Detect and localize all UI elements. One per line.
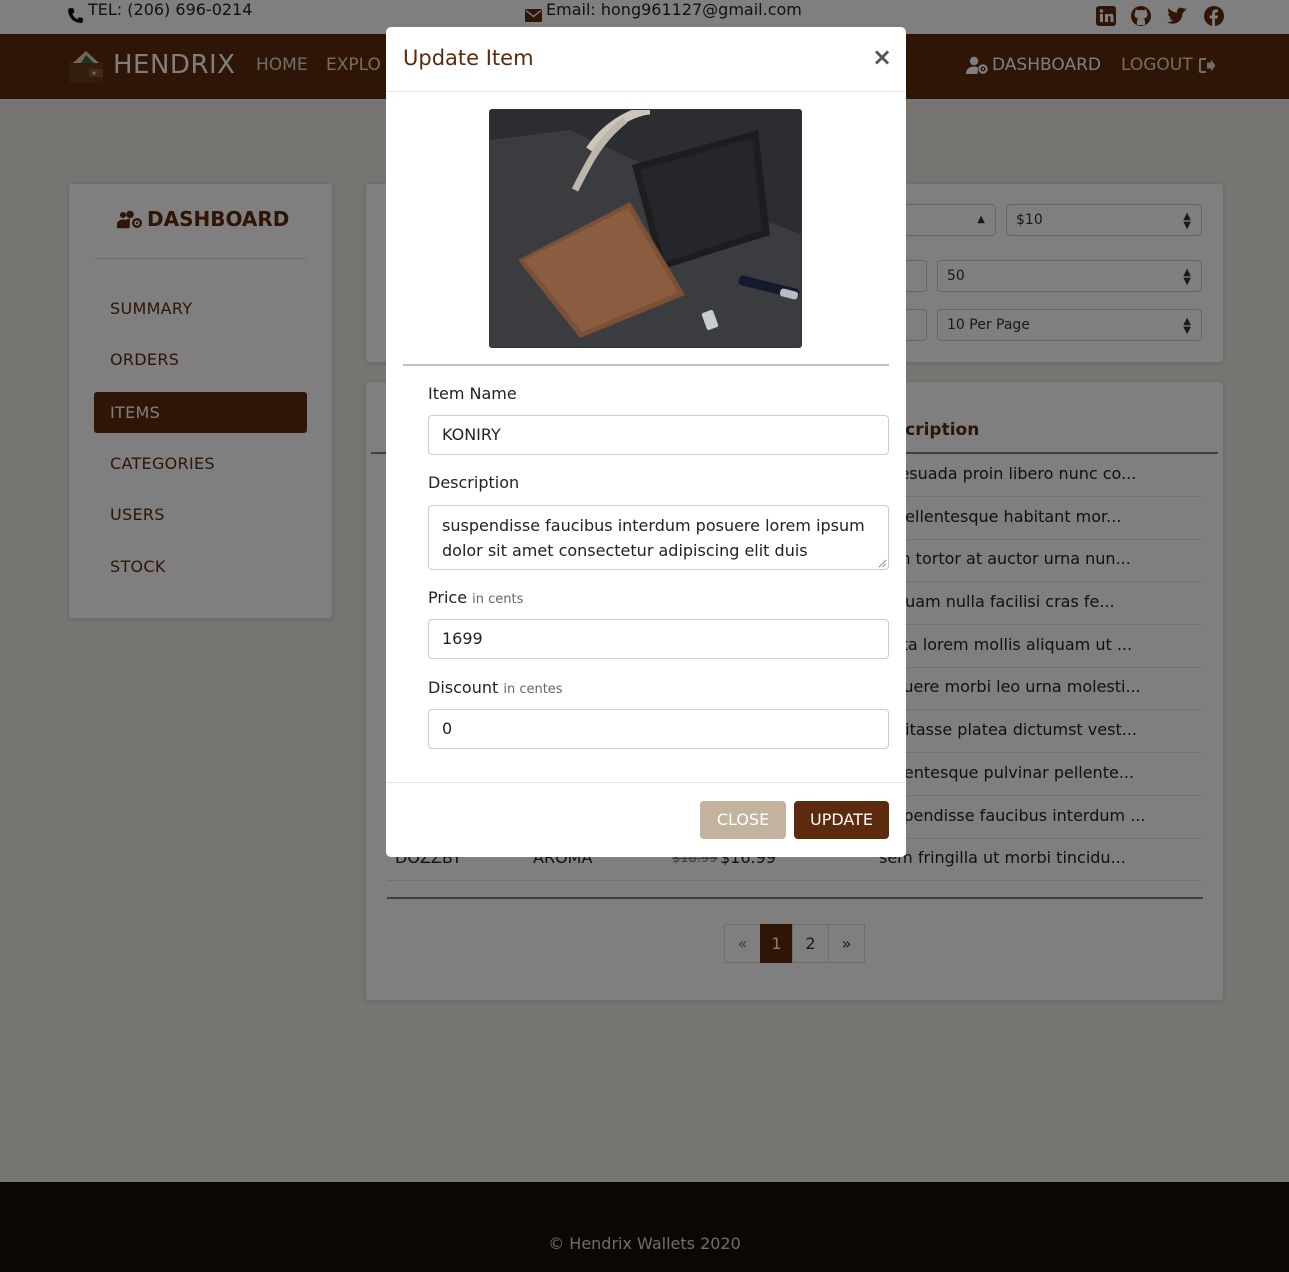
discount-label: Discount in centes [428,678,563,697]
discount-label-text: Discount [428,678,499,697]
close-button[interactable]: CLOSE [700,801,786,839]
discount-input[interactable]: 0 [428,709,889,749]
update-button[interactable]: UPDATE [794,801,889,839]
modal-title: Update Item [403,46,534,70]
description-textarea[interactable]: suspendisse faucibus interdum posuere lo… [428,505,889,570]
item-name-input[interactable]: KONIRY [428,415,889,455]
discount-hint: in centes [503,682,563,697]
price-label: Price in cents [428,588,523,607]
price-input[interactable]: 1699 [428,619,889,659]
wallet-photo-icon [490,110,801,347]
item-name-label: Item Name [428,384,517,403]
modal-header-divider [386,91,906,92]
resize-handle-icon[interactable] [878,559,887,568]
price-label-text: Price [428,588,468,607]
item-image [489,109,802,348]
close-icon[interactable]: × [872,43,892,71]
price-hint: in cents [472,592,524,607]
description-label: Description [428,473,520,492]
update-item-modal: Update Item × Item Name KONIRY Descripti… [386,27,906,857]
image-divider [403,364,889,366]
modal-footer-divider [386,782,906,783]
